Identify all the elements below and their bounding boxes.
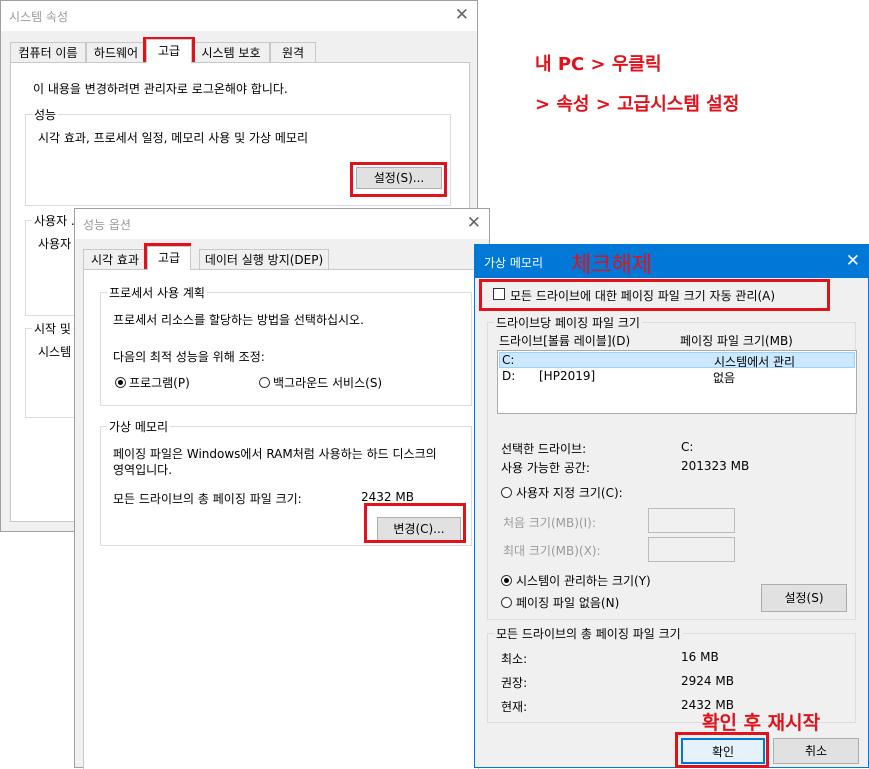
vm-desc-line1: 페이징 파일은 Windows에서 RAM처럼 사용하는 하드 디스크의 — [113, 447, 437, 461]
set-button[interactable]: 설정(S) — [761, 584, 847, 612]
performance-label: 성능 — [32, 106, 59, 123]
tab-visual-effects[interactable]: 시각 효과 — [83, 249, 147, 269]
tab-remote[interactable]: 원격 — [270, 42, 316, 62]
cancel-button[interactable]: 취소 — [773, 738, 859, 764]
min-label: 최소: — [501, 652, 528, 666]
highlight-ok-button — [675, 732, 769, 768]
highlight-change-button — [364, 503, 466, 543]
tab-advanced[interactable]: 고급 — [146, 39, 192, 63]
current-label: 현재: — [501, 700, 528, 714]
per-drive-label: 드라이브당 페이징 파일 크기 — [494, 314, 642, 331]
virtual-memory-window: 가상 메모리 ✕ 모든 드라이브에 대한 페이징 파일 크기 자동 관리(A) … — [474, 244, 869, 768]
highlight-settings-button — [350, 162, 447, 197]
total-paging-group-label: 모든 드라이브의 총 페이징 파일 크기 — [494, 625, 683, 642]
min-value: 16 MB — [681, 650, 719, 664]
no-paging-label: 페이징 파일 없음(N) — [516, 596, 620, 610]
max-size-input[interactable] — [648, 537, 735, 562]
total-paging-label: 모든 드라이브의 총 페이징 파일 크기: — [113, 492, 302, 506]
vm-desc-line2: 영역입니다. — [113, 463, 173, 477]
startup-label: 시작 및 — [32, 320, 73, 337]
drive-letter: D: — [502, 369, 516, 383]
col-drive-header: 드라이브[볼륨 레이블](D) — [499, 334, 631, 348]
title-bar: 시스템 속성 ✕ — [1, 1, 477, 31]
annotation-line1: 내 PC > 우클릭 — [535, 54, 662, 75]
user-profile-desc: 사용자 — [38, 237, 72, 251]
highlight-auto-manage — [479, 279, 830, 311]
selected-drive-label: 선택한 드라이브: — [501, 442, 587, 456]
title-bar: 가상 메모리 ✕ — [475, 244, 869, 278]
close-icon[interactable]: ✕ — [455, 5, 469, 25]
tab-advanced[interactable]: 고급 — [147, 246, 191, 270]
admin-note: 이 내용을 변경하려면 관리자로 로그온해야 합니다. — [33, 82, 288, 96]
annotation-uncheck: 체크해제 — [571, 253, 652, 278]
total-paging-value: 2432 MB — [361, 490, 414, 504]
drive-list[interactable]: C: 시스템에서 관리 D: [HP2019] 없음 — [497, 350, 857, 414]
free-space-label: 사용 가능한 공간: — [501, 461, 590, 475]
background-services-radio[interactable] — [259, 377, 270, 388]
free-space-value: 201323 MB — [681, 459, 750, 473]
drive-row-d[interactable]: D: [HP2019] 없음 — [499, 369, 855, 385]
annotation-line2: > 속성 > 고급시스템 설정 — [535, 94, 740, 115]
initial-size-label: 처음 크기(MB)(I): — [503, 516, 596, 530]
selected-drive-value: C: — [681, 440, 694, 454]
drive-size: 없음 — [713, 371, 736, 385]
advanced-panel: 프로세서 사용 계획 프로세서 리소스를 할당하는 방법을 선택하십시오. 다음… — [83, 269, 479, 769]
tab-system-protection[interactable]: 시스템 보호 — [192, 42, 270, 62]
window-title: 시스템 속성 — [9, 10, 69, 24]
programs-radio[interactable] — [115, 377, 126, 388]
no-paging-radio[interactable] — [501, 597, 512, 608]
window-title: 성능 옵션 — [83, 218, 131, 232]
cpu-scheduling-desc: 프로세서 리소스를 할당하는 방법을 선택하십시오. — [113, 313, 364, 327]
tab-computer-name[interactable]: 컴퓨터 이름 — [10, 42, 86, 62]
col-size-header: 페이징 파일 크기(MB) — [680, 334, 793, 348]
virtual-memory-label: 가상 메모리 — [107, 418, 171, 435]
drive-letter: C: — [502, 353, 515, 367]
recommended-value: 2924 MB — [681, 674, 734, 688]
drive-size: 시스템에서 관리 — [714, 355, 796, 369]
background-services-label: 백그라운드 서비스(S) — [273, 376, 383, 390]
custom-size-radio[interactable] — [501, 487, 512, 498]
max-size-label: 최대 크기(MB)(X): — [503, 544, 601, 558]
tab-dep[interactable]: 데이터 실행 방지(DEP) — [199, 249, 329, 269]
system-managed-radio[interactable] — [501, 575, 512, 586]
cpu-scheduling-group: 프로세서 사용 계획 프로세서 리소스를 할당하는 방법을 선택하십시오. 다음… — [100, 284, 472, 406]
close-icon[interactable]: ✕ — [846, 251, 860, 271]
close-icon[interactable]: ✕ — [467, 213, 481, 233]
annotation-confirm-restart: 확인 후 재시작 — [702, 712, 821, 734]
cpu-scheduling-label: 프로세서 사용 계획 — [107, 284, 207, 301]
tab-hardware[interactable]: 하드웨어 — [86, 42, 146, 62]
drive-row-c[interactable]: C: 시스템에서 관리 — [499, 352, 855, 369]
recommended-label: 권장: — [501, 676, 528, 690]
title-bar: 성능 옵션 ✕ — [75, 209, 489, 239]
drive-volume-label: [HP2019] — [539, 369, 596, 383]
startup-desc: 시스템 — [38, 345, 72, 359]
system-managed-label: 시스템이 관리하는 크기(Y) — [516, 574, 651, 588]
performance-desc: 시각 효과, 프로세서 일정, 메모리 사용 및 가상 메모리 — [38, 131, 308, 145]
programs-label: 프로그램(P) — [129, 376, 190, 390]
adjust-label: 다음의 최적 성능을 위해 조정: — [113, 350, 265, 364]
initial-size-input[interactable] — [648, 508, 735, 533]
performance-options-window: 성능 옵션 ✕ 시각 효과 고급 데이터 실행 방지(DEP) 프로세서 사용 … — [74, 208, 490, 769]
window-title: 가상 메모리 — [484, 256, 544, 270]
custom-size-label: 사용자 지정 크기(C): — [516, 486, 623, 500]
